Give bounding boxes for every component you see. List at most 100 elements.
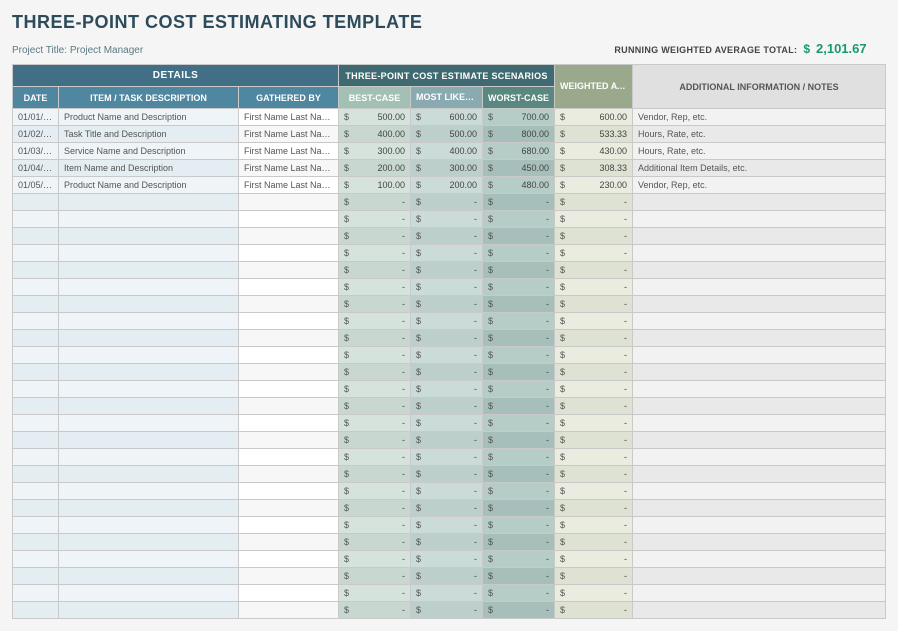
money-cell[interactable]: $- bbox=[483, 551, 555, 568]
money-cell[interactable]: $- bbox=[339, 228, 411, 245]
money-cell[interactable]: $- bbox=[339, 534, 411, 551]
money-cell[interactable]: $500.00 bbox=[411, 126, 483, 143]
date-cell[interactable]: 01/04/19 bbox=[13, 160, 59, 177]
money-cell[interactable]: $- bbox=[483, 466, 555, 483]
money-cell[interactable]: $- bbox=[483, 415, 555, 432]
gathered-cell[interactable] bbox=[239, 347, 339, 364]
notes-cell[interactable] bbox=[633, 534, 886, 551]
gathered-cell[interactable] bbox=[239, 483, 339, 500]
gathered-cell[interactable] bbox=[239, 211, 339, 228]
notes-cell[interactable] bbox=[633, 330, 886, 347]
notes-cell[interactable]: Hours, Rate, etc. bbox=[633, 126, 886, 143]
money-cell[interactable]: $- bbox=[483, 347, 555, 364]
money-cell[interactable]: $- bbox=[411, 398, 483, 415]
gathered-cell[interactable] bbox=[239, 500, 339, 517]
date-cell[interactable] bbox=[13, 313, 59, 330]
gathered-cell[interactable] bbox=[239, 245, 339, 262]
money-cell[interactable]: $- bbox=[339, 330, 411, 347]
money-cell[interactable]: $- bbox=[483, 211, 555, 228]
item-cell[interactable] bbox=[59, 381, 239, 398]
date-cell[interactable] bbox=[13, 568, 59, 585]
money-cell[interactable]: $- bbox=[411, 568, 483, 585]
date-cell[interactable] bbox=[13, 245, 59, 262]
money-cell[interactable]: $- bbox=[339, 398, 411, 415]
money-cell[interactable]: $- bbox=[339, 313, 411, 330]
gathered-cell[interactable] bbox=[239, 398, 339, 415]
money-cell[interactable]: $400.00 bbox=[339, 126, 411, 143]
notes-cell[interactable] bbox=[633, 500, 886, 517]
item-cell[interactable] bbox=[59, 517, 239, 534]
money-cell[interactable]: $- bbox=[483, 279, 555, 296]
item-cell[interactable] bbox=[59, 415, 239, 432]
money-cell[interactable]: $- bbox=[411, 296, 483, 313]
date-cell[interactable] bbox=[13, 483, 59, 500]
notes-cell[interactable] bbox=[633, 228, 886, 245]
money-cell[interactable]: $- bbox=[339, 602, 411, 619]
money-cell[interactable]: $- bbox=[483, 585, 555, 602]
money-cell[interactable]: $- bbox=[411, 228, 483, 245]
notes-cell[interactable] bbox=[633, 398, 886, 415]
date-cell[interactable]: 01/05/19 bbox=[13, 177, 59, 194]
gathered-cell[interactable]: First Name Last Name bbox=[239, 126, 339, 143]
date-cell[interactable] bbox=[13, 551, 59, 568]
date-cell[interactable]: 01/03/19 bbox=[13, 143, 59, 160]
money-cell[interactable]: $- bbox=[339, 568, 411, 585]
item-cell[interactable] bbox=[59, 313, 239, 330]
date-cell[interactable] bbox=[13, 211, 59, 228]
date-cell[interactable] bbox=[13, 279, 59, 296]
gathered-cell[interactable] bbox=[239, 279, 339, 296]
date-cell[interactable] bbox=[13, 449, 59, 466]
item-cell[interactable] bbox=[59, 568, 239, 585]
item-cell[interactable] bbox=[59, 211, 239, 228]
item-cell[interactable] bbox=[59, 602, 239, 619]
date-cell[interactable] bbox=[13, 398, 59, 415]
money-cell[interactable]: $- bbox=[483, 432, 555, 449]
item-cell[interactable] bbox=[59, 279, 239, 296]
money-cell[interactable]: $- bbox=[411, 381, 483, 398]
gathered-cell[interactable] bbox=[239, 262, 339, 279]
money-cell[interactable]: $- bbox=[411, 415, 483, 432]
money-cell[interactable]: $- bbox=[411, 483, 483, 500]
gathered-cell[interactable] bbox=[239, 568, 339, 585]
gathered-cell[interactable] bbox=[239, 313, 339, 330]
money-cell[interactable]: $- bbox=[411, 449, 483, 466]
date-cell[interactable] bbox=[13, 500, 59, 517]
date-cell[interactable] bbox=[13, 585, 59, 602]
money-cell[interactable]: $- bbox=[483, 534, 555, 551]
money-cell[interactable]: $- bbox=[483, 517, 555, 534]
item-cell[interactable] bbox=[59, 228, 239, 245]
gathered-cell[interactable] bbox=[239, 228, 339, 245]
date-cell[interactable] bbox=[13, 466, 59, 483]
money-cell[interactable]: $- bbox=[483, 228, 555, 245]
notes-cell[interactable] bbox=[633, 194, 886, 211]
money-cell[interactable]: $- bbox=[483, 364, 555, 381]
notes-cell[interactable]: Vendor, Rep, etc. bbox=[633, 177, 886, 194]
item-cell[interactable] bbox=[59, 194, 239, 211]
gathered-cell[interactable] bbox=[239, 432, 339, 449]
money-cell[interactable]: $- bbox=[339, 296, 411, 313]
date-cell[interactable] bbox=[13, 228, 59, 245]
date-cell[interactable] bbox=[13, 296, 59, 313]
money-cell[interactable]: $- bbox=[339, 483, 411, 500]
money-cell[interactable]: $- bbox=[339, 551, 411, 568]
item-cell[interactable] bbox=[59, 466, 239, 483]
notes-cell[interactable] bbox=[633, 585, 886, 602]
notes-cell[interactable] bbox=[633, 381, 886, 398]
money-cell[interactable]: $- bbox=[483, 296, 555, 313]
money-cell[interactable]: $- bbox=[339, 347, 411, 364]
money-cell[interactable]: $- bbox=[483, 194, 555, 211]
notes-cell[interactable] bbox=[633, 211, 886, 228]
gathered-cell[interactable] bbox=[239, 534, 339, 551]
item-cell[interactable] bbox=[59, 483, 239, 500]
money-cell[interactable]: $- bbox=[483, 262, 555, 279]
date-cell[interactable] bbox=[13, 602, 59, 619]
money-cell[interactable]: $- bbox=[411, 313, 483, 330]
gathered-cell[interactable] bbox=[239, 194, 339, 211]
notes-cell[interactable] bbox=[633, 466, 886, 483]
money-cell[interactable]: $- bbox=[483, 568, 555, 585]
item-cell[interactable] bbox=[59, 245, 239, 262]
gathered-cell[interactable] bbox=[239, 551, 339, 568]
money-cell[interactable]: $- bbox=[339, 415, 411, 432]
money-cell[interactable]: $- bbox=[483, 313, 555, 330]
money-cell[interactable]: $400.00 bbox=[411, 143, 483, 160]
